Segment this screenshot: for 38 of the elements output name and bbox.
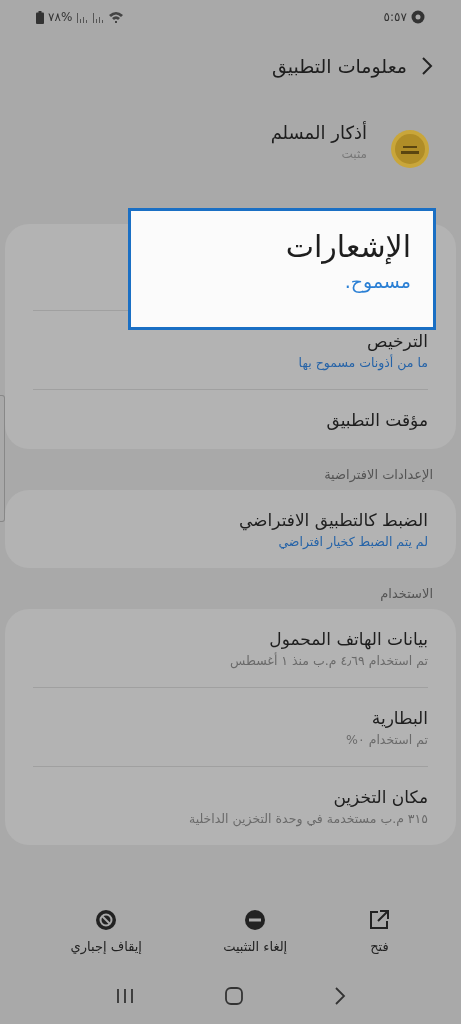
setting-value: ما من أذونات مسموح بها	[297, 355, 428, 370]
setting-title[interactable]: مؤقت التطبيق	[33, 410, 428, 430]
action-button[interactable]: فتح	[360, 905, 399, 958]
recents-icon	[115, 988, 134, 1004]
chevron-icon	[421, 56, 433, 76]
battery-level: %٧٨	[48, 10, 73, 24]
setting-value: تم استخدام ٤٫٦٩ م.ب منذ ١ أغسطس	[229, 653, 428, 668]
edge-panel-handle[interactable]	[0, 395, 5, 522]
home-icon	[224, 987, 243, 1005]
setting-title: الإشعارات	[284, 229, 412, 264]
setting-title[interactable]: مكان التخزين	[33, 787, 428, 807]
minus-icon	[244, 909, 267, 931]
setting-value: مسموح.	[343, 270, 412, 292]
action-button[interactable]: إلغاء التثبيت	[215, 905, 296, 958]
setting-title[interactable]: بيانات الهاتف المحمول	[33, 629, 428, 649]
prohibited-icon	[95, 909, 118, 931]
battery-icon	[36, 10, 44, 24]
app-name: أذكار المسلم	[270, 122, 367, 143]
back-button[interactable]	[421, 56, 433, 76]
app-icon	[391, 130, 429, 168]
notifications-item[interactable]: الإشعارات مسموح.	[128, 208, 436, 330]
page-title: معلومات التطبيق	[271, 55, 407, 77]
signal-icon	[92, 11, 105, 23]
wifi-icon	[108, 11, 125, 23]
setting-title[interactable]: الضبط كالتطبيق الافتراضي	[33, 510, 428, 530]
aperture-icon	[411, 10, 425, 24]
setting-title[interactable]: الترخيص	[33, 331, 428, 351]
section-label: الإعدادات الافتراضية	[323, 466, 434, 485]
setting-value: لم يتم الضبط كخيار افتراضي	[277, 534, 428, 549]
setting-title[interactable]: البطارية	[33, 708, 428, 728]
status-time: ٥:٥٧	[383, 10, 407, 24]
external-link-icon	[368, 909, 391, 931]
section-label: الاستخدام	[379, 585, 434, 603]
setting-value: ٣١٥ م.ب مستخدمة في وحدة التخزين الداخلية	[187, 811, 428, 826]
back-icon	[333, 987, 346, 1005]
setting-value: تم استخدام ٠%	[345, 732, 428, 747]
action-button[interactable]: إيقاف إجباري	[62, 905, 150, 958]
signal-icon	[76, 11, 89, 23]
